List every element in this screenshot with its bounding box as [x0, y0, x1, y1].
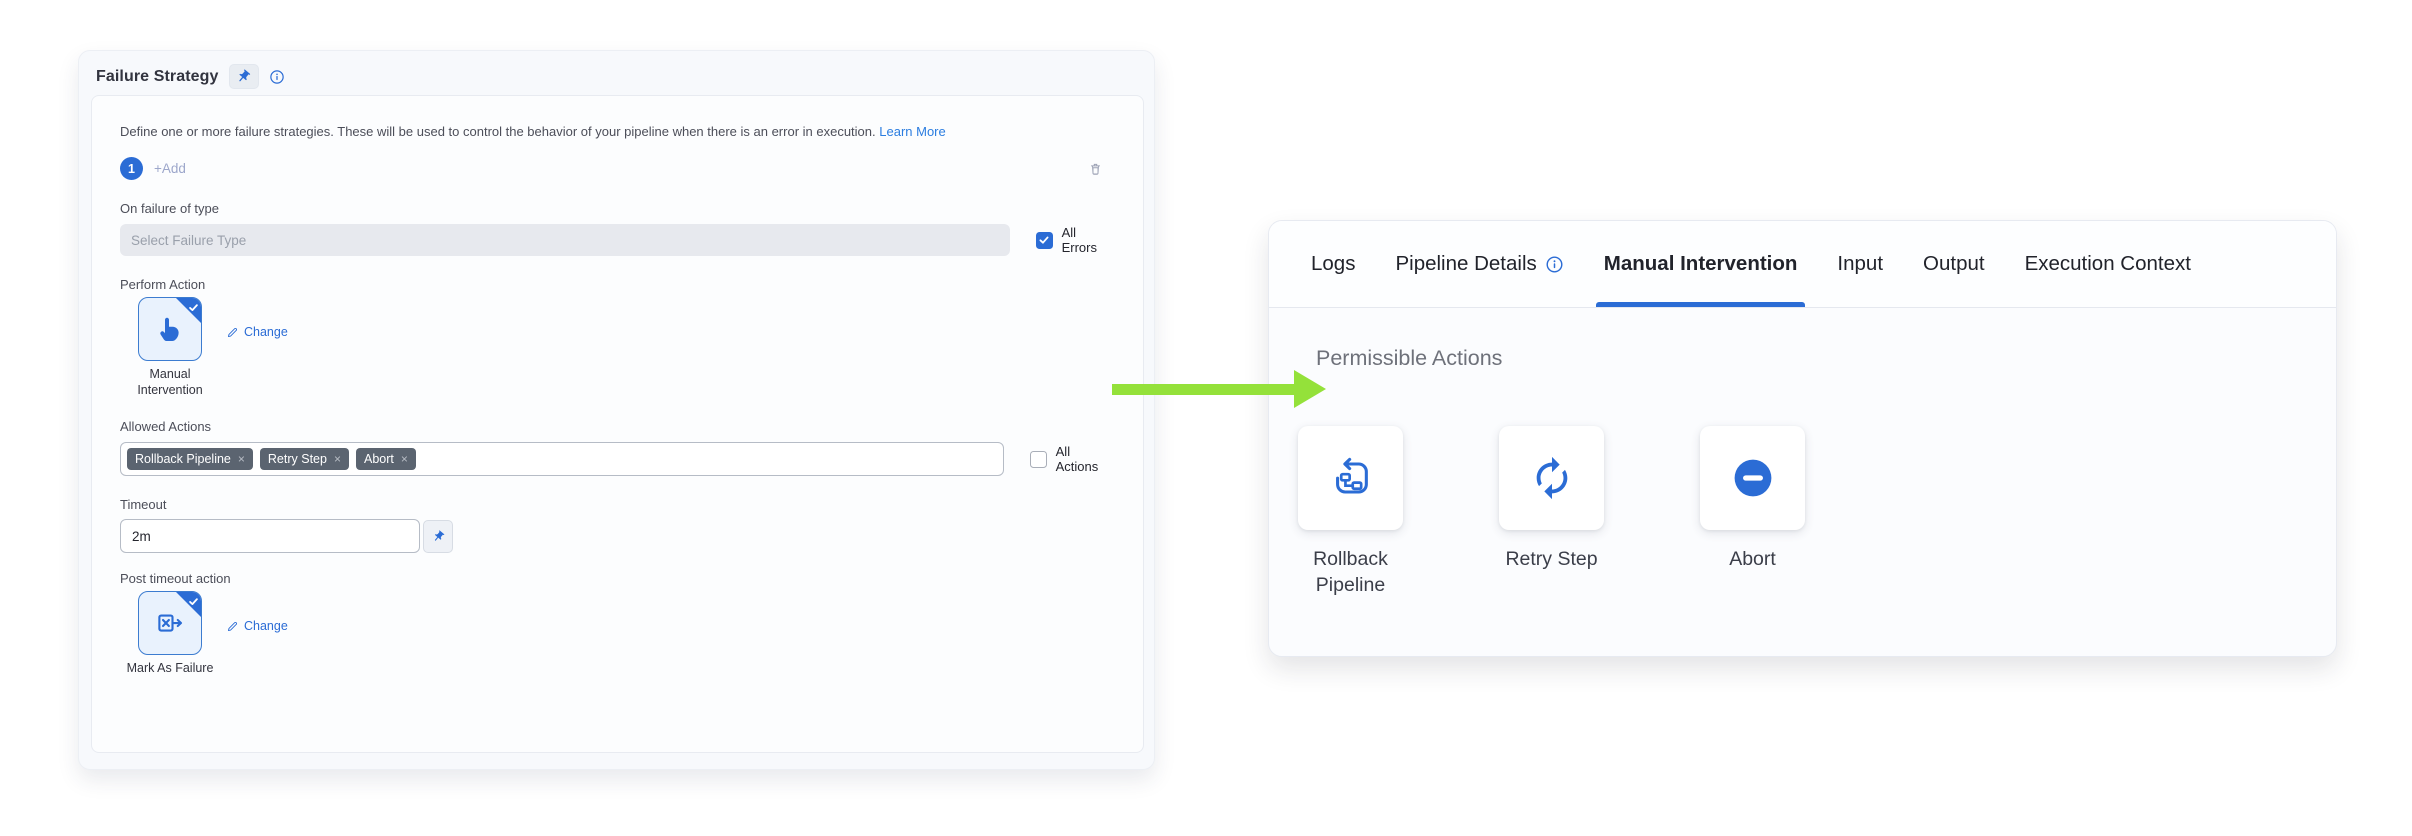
change-label: Change [244, 619, 288, 633]
perform-action-label: Perform Action [120, 277, 1115, 292]
rollback-pipeline-icon [1328, 455, 1374, 501]
post-timeout-value: Mark As Failure [122, 660, 218, 676]
action-label: Retry Step [1497, 546, 1607, 572]
selected-check-icon [188, 594, 199, 612]
post-timeout-row: Mark As Failure Change [120, 591, 1115, 676]
rollback-pipeline-button[interactable] [1298, 426, 1403, 530]
perform-action-col: Manual Intervention [120, 297, 220, 398]
tab-execution-context[interactable]: Execution Context [2017, 221, 2199, 307]
all-actions-checkbox[interactable] [1030, 451, 1047, 468]
tab-label: Execution Context [2025, 252, 2191, 276]
remove-tag-icon[interactable]: × [334, 453, 341, 465]
remove-tag-icon[interactable]: × [238, 453, 245, 465]
pencil-icon [226, 326, 239, 339]
tab-logs[interactable]: Logs [1303, 221, 1363, 307]
tag-abort: Abort × [356, 448, 416, 470]
post-timeout-label: Post timeout action [120, 571, 1115, 586]
execution-details-panel: Logs Pipeline Details Manual Interventio… [1268, 220, 2337, 657]
strategy-form-card: Define one or more failure strategies. T… [91, 95, 1144, 753]
panel-title: Failure Strategy [96, 68, 219, 86]
screenshot-canvas: Failure Strategy Define one or more fail… [0, 0, 2412, 836]
tab-label: Pipeline Details [1395, 252, 1536, 276]
failure-strategy-header: Failure Strategy [79, 51, 1154, 89]
tab-output[interactable]: Output [1915, 221, 1993, 307]
abort-button[interactable] [1700, 426, 1805, 530]
timeout-input[interactable] [120, 519, 420, 553]
allowed-actions-label: Allowed Actions [120, 419, 1115, 434]
action-retry-step: Retry Step [1499, 426, 1604, 599]
all-actions-label: All Actions [1056, 444, 1115, 474]
manual-intervention-body: Permissible Actions Rollback Pipeline [1269, 308, 2336, 599]
perform-action-row: Manual Intervention Change [120, 297, 1115, 398]
timeout-pin-button[interactable] [423, 520, 453, 553]
tab-label: Manual Intervention [1604, 252, 1798, 276]
selected-check-icon [188, 300, 199, 318]
info-icon [1545, 255, 1564, 274]
all-errors-checkbox[interactable] [1036, 232, 1053, 249]
tab-bar: Logs Pipeline Details Manual Interventio… [1269, 221, 2336, 308]
delete-strategy-button[interactable] [1088, 161, 1103, 177]
trash-icon [1088, 161, 1103, 177]
action-label: Rollback Pipeline [1296, 546, 1406, 599]
tag-label: Abort [364, 452, 394, 466]
pin-icon [432, 530, 445, 543]
strategy-description: Define one or more failure strategies. T… [120, 124, 1115, 140]
permissible-actions-heading: Permissible Actions [1316, 346, 2296, 371]
annotation-arrow [1112, 384, 1294, 395]
allowed-actions-input[interactable]: Rollback Pipeline × Retry Step × Abort × [120, 442, 1004, 476]
check-icon [1038, 234, 1050, 246]
tag-retry-step: Retry Step × [260, 448, 349, 470]
remove-tag-icon[interactable]: × [401, 453, 408, 465]
abort-icon [1730, 455, 1776, 501]
all-actions-checkbox-wrap[interactable]: All Actions [1030, 444, 1115, 474]
strategy-selector-row: 1 +Add [120, 157, 1115, 180]
pencil-icon [226, 620, 239, 633]
timeout-label: Timeout [120, 497, 1115, 512]
description-text: Define one or more failure strategies. T… [120, 124, 876, 139]
action-rollback-pipeline: Rollback Pipeline [1298, 426, 1403, 599]
tag-label: Retry Step [268, 452, 327, 466]
manual-intervention-card[interactable] [138, 297, 202, 361]
permissible-actions-row: Rollback Pipeline Retry Step [1298, 426, 2296, 599]
failure-type-select[interactable] [120, 224, 1010, 256]
failure-strategy-card: Failure Strategy Define one or more fail… [78, 50, 1155, 770]
change-label: Change [244, 325, 288, 339]
tab-manual-intervention[interactable]: Manual Intervention [1596, 221, 1806, 307]
learn-more-link[interactable]: Learn More [879, 124, 945, 139]
retry-icon [1529, 455, 1575, 501]
on-failure-label: On failure of type [120, 201, 1115, 216]
tab-label: Input [1837, 252, 1883, 276]
tag-rollback-pipeline: Rollback Pipeline × [127, 448, 253, 470]
tab-pipeline-details[interactable]: Pipeline Details [1387, 221, 1571, 307]
change-post-timeout-link[interactable]: Change [226, 618, 288, 634]
action-label: Abort [1698, 546, 1808, 572]
mark-as-failure-card[interactable] [138, 591, 202, 655]
info-icon[interactable] [269, 69, 285, 85]
post-timeout-col: Mark As Failure [120, 591, 220, 676]
all-errors-label: All Errors [1062, 225, 1115, 255]
action-abort: Abort [1700, 426, 1805, 599]
all-errors-checkbox-wrap[interactable]: All Errors [1036, 225, 1115, 255]
allowed-actions-row: Rollback Pipeline × Retry Step × Abort ×… [120, 442, 1115, 476]
failure-type-row: All Errors [120, 224, 1115, 256]
timeout-row [120, 519, 1115, 553]
tag-label: Rollback Pipeline [135, 452, 231, 466]
strategy-index-chip[interactable]: 1 [120, 157, 143, 180]
retry-step-button[interactable] [1499, 426, 1604, 530]
annotation-arrow-head [1294, 370, 1326, 408]
tab-label: Logs [1311, 252, 1355, 276]
tab-input[interactable]: Input [1829, 221, 1891, 307]
tab-label: Output [1923, 252, 1985, 276]
add-strategy-button[interactable]: +Add [154, 161, 186, 176]
pin-icon [236, 69, 251, 84]
change-action-link[interactable]: Change [226, 324, 288, 340]
pin-button[interactable] [229, 64, 259, 89]
perform-action-value: Manual Intervention [122, 366, 218, 398]
active-tab-underline [1596, 302, 1806, 307]
